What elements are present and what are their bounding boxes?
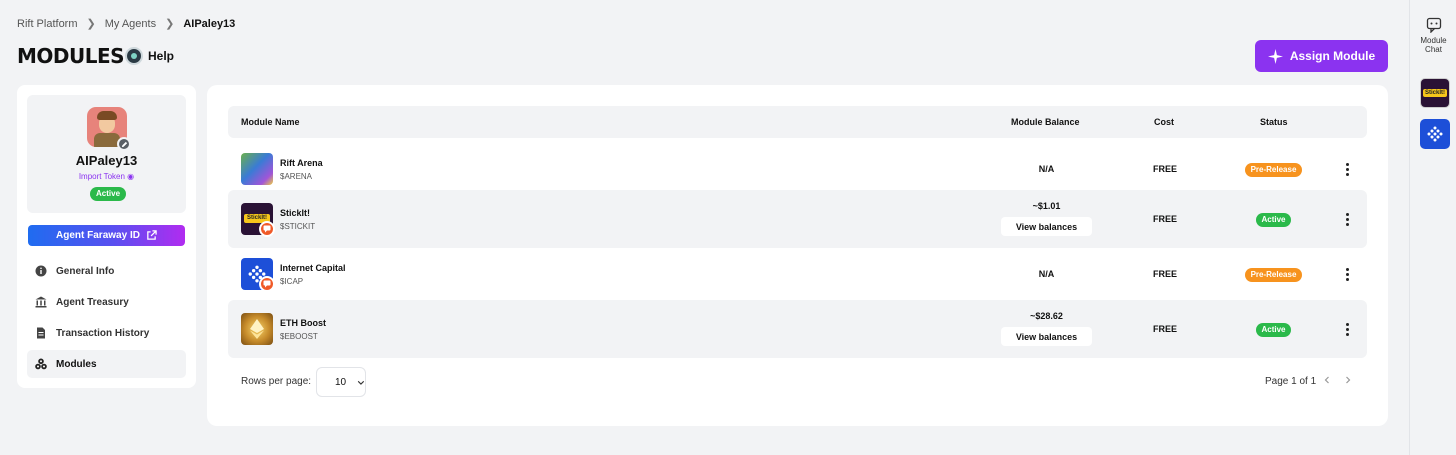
- breadcrumb-rift-platform[interactable]: Rift Platform: [17, 18, 78, 30]
- info-icon: [35, 265, 47, 277]
- sidebar-item-label: General Info: [56, 265, 115, 277]
- help-link[interactable]: Help: [125, 47, 174, 65]
- help-avatar-icon: [125, 47, 143, 65]
- import-token-link[interactable]: Import Token ◉: [27, 172, 186, 181]
- status-badge: Active: [1256, 323, 1291, 337]
- table-header: Module Name Module Balance Cost Status: [228, 106, 1367, 138]
- more-options-icon[interactable]: [1340, 211, 1354, 227]
- module-chat-label-1: Module: [1420, 36, 1447, 45]
- breadcrumb-current: AIPaley13: [183, 17, 236, 30]
- table-row[interactable]: StickIt! StickIt! $STICKIT ~$1.01 View b…: [228, 190, 1367, 248]
- status-badge: Pre-Release: [1245, 163, 1302, 177]
- agent-faraway-id-button[interactable]: Agent Faraway ID: [28, 225, 185, 246]
- breadcrumb-my-agents[interactable]: My Agents: [105, 18, 156, 30]
- rail-app-stickit[interactable]: StickIt!: [1420, 78, 1450, 108]
- chevron-right-icon: [1346, 376, 1351, 384]
- chat-badge-icon: [259, 276, 275, 292]
- chat-badge-icon: [259, 221, 275, 237]
- eth-boost-thumbnail: [241, 313, 273, 345]
- sidebar-item-general-info[interactable]: General Info: [27, 257, 186, 285]
- chat-icon: [1426, 17, 1441, 33]
- sidebar-item-label: Modules: [56, 358, 97, 370]
- table-row[interactable]: Internet Capital $ICAP N/A FREE Pre-Rele…: [228, 245, 1367, 303]
- more-options-icon[interactable]: [1340, 266, 1354, 282]
- column-header-status: Status: [1260, 117, 1288, 127]
- page-info: Page 1 of 1: [1265, 376, 1317, 387]
- stickit-logo: StickIt!: [1423, 89, 1447, 97]
- sidebar-item-modules[interactable]: Modules: [27, 350, 186, 378]
- chevron-right-icon: ❯: [165, 18, 175, 30]
- agent-status-badge: Active: [90, 187, 127, 201]
- module-cost: FREE: [1153, 269, 1178, 279]
- rift-arena-thumbnail: [241, 153, 273, 185]
- modules-table-card: Module Name Module Balance Cost Status R…: [207, 85, 1388, 426]
- module-ticker: $EBOOST: [280, 332, 318, 341]
- chevron-right-icon: ❯: [86, 18, 96, 30]
- module-ticker: $ICAP: [280, 277, 304, 286]
- sidebar-item-agent-treasury[interactable]: Agent Treasury: [27, 288, 186, 316]
- previous-page-button[interactable]: [1320, 373, 1334, 387]
- help-label: Help: [148, 49, 175, 63]
- external-link-icon: [147, 230, 157, 240]
- internet-capital-logo-icon: [1427, 126, 1443, 142]
- sparkle-icon: [1267, 48, 1283, 64]
- rail-app-internet-capital[interactable]: [1420, 119, 1450, 149]
- module-cost: FREE: [1153, 324, 1178, 334]
- right-rail: Module Chat StickIt!: [1409, 0, 1456, 455]
- rows-per-page-value: 10: [335, 376, 347, 388]
- modules-icon: [35, 358, 47, 370]
- table-row[interactable]: ETH Boost $EBOOST ~$28.62 View balances …: [228, 300, 1367, 358]
- column-header-cost: Cost: [1154, 117, 1174, 127]
- module-balance: N/A: [1038, 269, 1055, 279]
- status-badge: Pre-Release: [1245, 268, 1302, 282]
- bank-icon: [35, 296, 47, 308]
- module-balance: ~$1.01: [1032, 201, 1061, 211]
- column-header-balance: Module Balance: [1011, 117, 1080, 127]
- agent-faraway-id-label: Agent Faraway ID: [56, 230, 140, 241]
- more-options-icon[interactable]: [1340, 321, 1354, 337]
- column-header-name: Module Name: [241, 117, 300, 127]
- agent-profile-card: AIPaley13 Import Token ◉ Active: [27, 95, 186, 213]
- view-balances-button[interactable]: View balances: [1001, 327, 1092, 346]
- sidebar-item-label: Agent Treasury: [56, 296, 129, 308]
- agent-name: AIPaley13: [75, 153, 138, 168]
- module-cost: FREE: [1153, 214, 1178, 224]
- token-icon: ◉: [127, 172, 135, 181]
- chevron-down-icon: [357, 380, 365, 385]
- next-page-button[interactable]: [1341, 373, 1355, 387]
- module-name: ETH Boost: [280, 318, 326, 328]
- module-cost: FREE: [1153, 164, 1178, 174]
- status-badge: Active: [1256, 213, 1291, 227]
- module-name: StickIt!: [280, 208, 311, 218]
- rows-per-page-select[interactable]: 10: [316, 367, 366, 397]
- module-name: Rift Arena: [280, 158, 323, 168]
- module-chat-button[interactable]: Module Chat: [1410, 17, 1456, 54]
- ethereum-icon: [250, 319, 264, 339]
- rows-per-page-label: Rows per page:: [241, 376, 312, 387]
- breadcrumb: Rift Platform ❯ My Agents ❯ AIPaley13: [17, 17, 236, 31]
- more-options-icon[interactable]: [1340, 161, 1354, 177]
- module-ticker: $ARENA: [280, 172, 313, 181]
- module-chat-label-2: Chat: [1425, 45, 1442, 54]
- module-ticker: $STICKIT: [280, 222, 316, 231]
- module-balance: N/A: [1038, 164, 1055, 174]
- assign-module-button[interactable]: Assign Module: [1255, 40, 1388, 72]
- sidebar-item-transaction-history[interactable]: Transaction History: [27, 319, 186, 347]
- page-title: MODULES: [17, 44, 125, 68]
- pencil-icon: [121, 141, 127, 147]
- assign-module-label: Assign Module: [1289, 49, 1376, 63]
- view-balances-button[interactable]: View balances: [1001, 217, 1092, 236]
- chevron-left-icon: [1324, 376, 1329, 384]
- edit-avatar-button[interactable]: [117, 137, 131, 151]
- document-icon: [37, 327, 45, 339]
- module-balance: ~$28.62: [1030, 311, 1063, 321]
- sidebar-item-label: Transaction History: [56, 327, 150, 339]
- agent-sidebar: AIPaley13 Import Token ◉ Active Agent Fa…: [17, 85, 196, 388]
- module-name: Internet Capital: [280, 263, 346, 273]
